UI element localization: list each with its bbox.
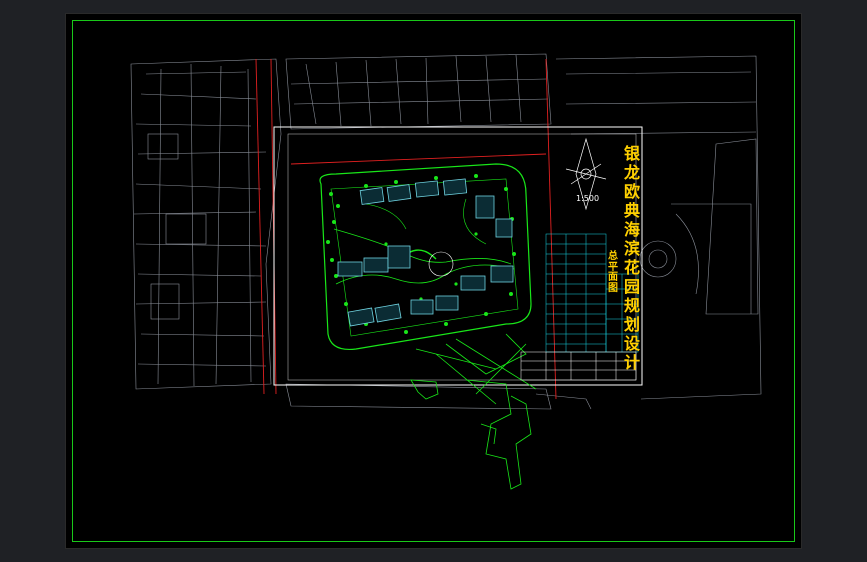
title-char: 欧	[624, 182, 641, 201]
title-char: 海	[624, 220, 641, 239]
title-char: 银	[624, 144, 641, 163]
title-char: 花	[624, 258, 641, 277]
surrounding-map	[130, 53, 762, 410]
residential-buildings	[337, 178, 514, 327]
title-char: 龙	[624, 163, 641, 182]
title-char: 规	[624, 296, 641, 315]
title-char: 滨	[624, 239, 641, 258]
title-char: 园	[624, 277, 641, 296]
scale-label: 1:500	[576, 194, 600, 203]
title-char: 计	[624, 353, 641, 372]
cad-viewport[interactable]: 1:500 总平面图 银 龙 欧 典 海 滨 花 园 规 划 设 计	[65, 13, 802, 549]
title-char: 设	[624, 334, 641, 353]
sheet-label: 总平面图	[608, 251, 618, 294]
data-table	[520, 233, 639, 381]
road-network	[410, 333, 537, 490]
plot-boundary	[273, 126, 643, 386]
title-char: 划	[624, 315, 641, 334]
site-plan-drawing	[130, 53, 762, 490]
title-char: 典	[624, 201, 641, 220]
